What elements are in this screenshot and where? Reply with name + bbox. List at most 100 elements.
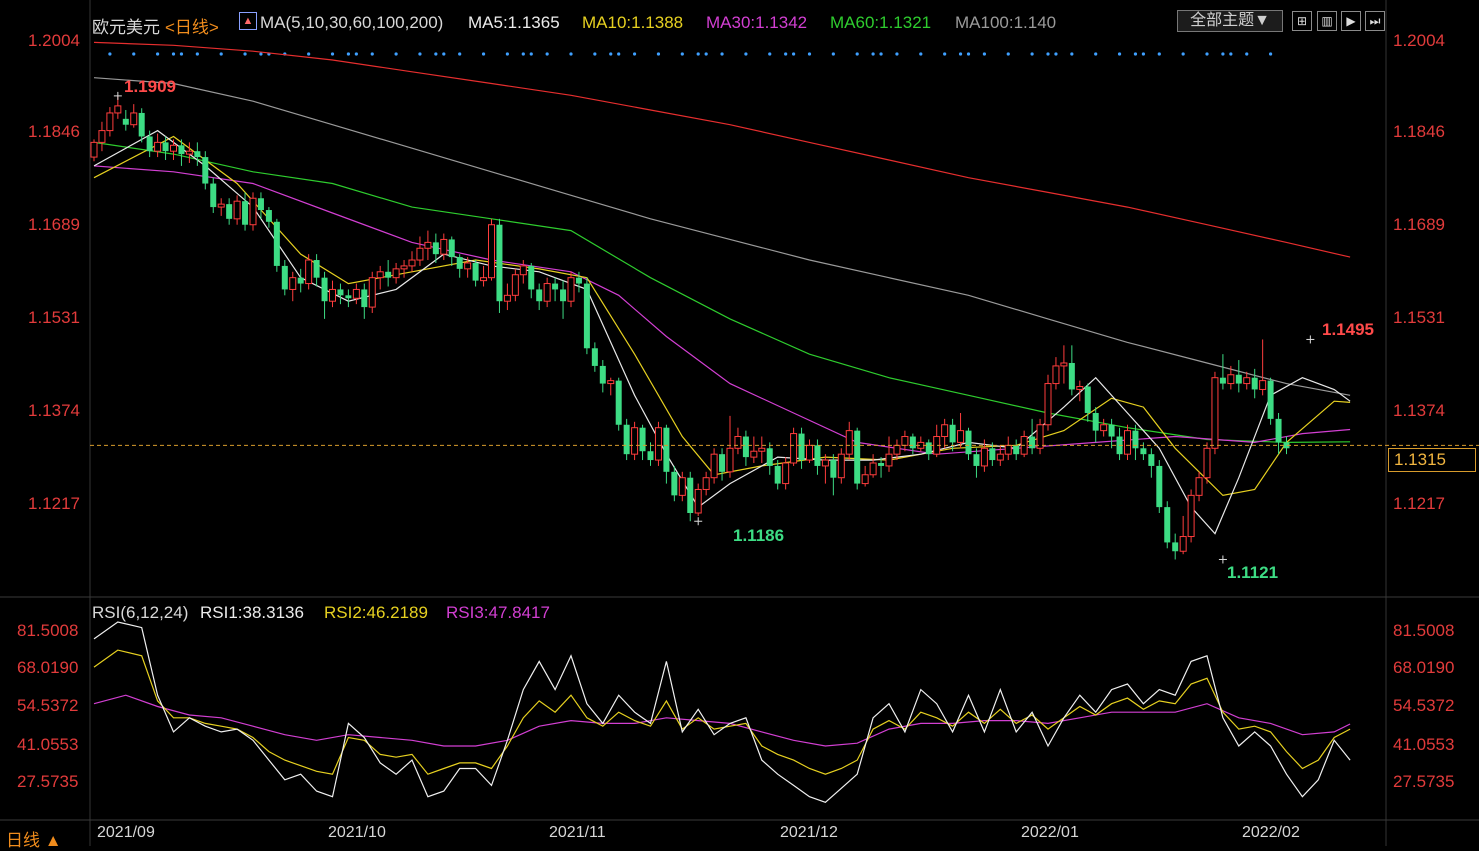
period-selector[interactable]: 日线 ▲ <box>6 826 62 851</box>
candle-body-down <box>265 210 272 222</box>
rsi-tick-right-4: 41.0553 <box>1393 735 1455 754</box>
annotation-high-feb: 1.1495 <box>1322 320 1374 339</box>
candle-body-down <box>385 271 392 278</box>
candle-body-up <box>1187 494 1195 538</box>
price-tick-right-4: 1.1531 <box>1393 308 1445 327</box>
signal-dot <box>696 52 700 56</box>
signal-dot <box>1006 52 1010 56</box>
signal-dot <box>1133 52 1138 56</box>
candle-body-down <box>361 289 368 308</box>
candle-body-down <box>909 436 916 449</box>
candle-body-up <box>1004 444 1012 455</box>
signal-dot <box>346 52 350 56</box>
signal-dot <box>1030 52 1034 56</box>
candle-body-down <box>194 151 201 158</box>
chart-split-icon[interactable]: ▥ <box>1317 11 1337 31</box>
candle-body-up <box>678 477 686 496</box>
rsi-tick-right-2: 68.0190 <box>1393 658 1455 677</box>
signal-dot <box>1157 52 1161 56</box>
signal-dot <box>855 52 859 56</box>
signal-dot <box>617 52 621 56</box>
ma60-value: MA60:1.1321 <box>830 13 932 32</box>
x-tick-sep: 2021/09 <box>97 824 155 841</box>
chart-canvas[interactable] <box>0 0 1479 846</box>
candle-body-up <box>400 265 408 270</box>
signal-dot <box>179 52 184 56</box>
candle-body-down <box>639 427 646 452</box>
candle-body-down <box>1156 465 1163 508</box>
signal-dot <box>1221 52 1225 56</box>
candle-body-down <box>528 265 535 290</box>
candle-body-up <box>233 200 241 220</box>
rsi-tick-right-3: 54.5372 <box>1393 696 1455 715</box>
signal-dot <box>1181 52 1185 56</box>
candle-body-up <box>368 277 376 308</box>
signal-dot <box>895 52 899 56</box>
signal-dot <box>680 52 684 56</box>
ma-line-ma60 <box>93 141 1351 444</box>
theme-dropdown[interactable]: 全部主题▼ <box>1177 10 1283 32</box>
candle-body-down <box>1084 386 1091 413</box>
candle-body-up <box>519 265 527 276</box>
candle-body-up <box>885 453 893 467</box>
candle-body-up <box>480 277 488 282</box>
signal-dot <box>1117 52 1122 56</box>
ma-line-ma10 <box>93 135 1351 497</box>
candle-body-up <box>806 444 813 461</box>
candle-body-up <box>941 424 949 438</box>
candle-body-down <box>766 448 773 466</box>
candle-body-down <box>1172 542 1179 552</box>
candle-body-down <box>210 183 217 208</box>
signal-dot <box>609 52 613 56</box>
skip-end-icon[interactable]: ⏭ <box>1365 11 1385 31</box>
signal-dot <box>418 52 422 56</box>
candle-body-up <box>440 238 448 255</box>
candle-body-down <box>472 262 479 281</box>
candle-body-down <box>814 445 821 466</box>
candle-body-down <box>162 142 169 152</box>
signal-dot <box>633 52 637 56</box>
rsi-tick-left-2: 68.0190 <box>17 658 79 677</box>
indicator-icon[interactable]: ▲ <box>239 12 257 30</box>
candle-body-down <box>1235 374 1242 384</box>
layout-grid-icon[interactable]: ⊞ <box>1292 11 1312 31</box>
signal-dot <box>394 52 398 56</box>
signal-dot <box>529 52 533 56</box>
candle-body-down <box>1068 362 1075 390</box>
rsi-title[interactable]: RSI(6,12,24) <box>92 603 188 623</box>
candle-body-up <box>154 141 162 152</box>
signal-dot <box>656 52 661 56</box>
candle-body-down <box>337 289 344 296</box>
candle-body-up <box>1100 424 1108 432</box>
signal-dot <box>434 52 438 56</box>
candle-body-up <box>416 247 424 261</box>
signal-dot <box>807 52 812 56</box>
signal-dot <box>593 52 597 56</box>
candle-body-down <box>242 201 249 225</box>
candle-body-down <box>925 442 932 455</box>
candle-body-up <box>631 427 639 455</box>
play-icon[interactable]: ▶ <box>1341 11 1361 31</box>
signal-dot <box>521 52 525 56</box>
candle-body-down <box>719 454 726 472</box>
x-tick-dec: 2021/12 <box>780 824 838 841</box>
candle-body-up <box>702 477 710 490</box>
candle-body-up <box>1036 424 1044 449</box>
candle-body-up <box>694 488 702 514</box>
candle-body-up <box>1044 383 1052 426</box>
candle-body-up <box>869 462 877 476</box>
rsi-tick-right-1: 81.5008 <box>1393 621 1455 640</box>
candle-body-down <box>989 448 996 461</box>
signal-dot <box>1269 52 1273 56</box>
ma-line-ma100 <box>93 77 1351 396</box>
candle-body-up <box>1203 447 1211 479</box>
candle-body-up <box>1243 377 1251 385</box>
candle-body-down <box>1219 377 1226 384</box>
ma-indicator-label[interactable]: MA(5,10,30,60,100,200) <box>260 13 443 33</box>
period-label[interactable]: <日线> <box>165 13 219 38</box>
rsi-tick-left-1: 81.5008 <box>17 621 79 640</box>
candle-body-down <box>536 289 543 302</box>
candle-body-up <box>329 288 336 302</box>
candle-body-down <box>949 424 956 443</box>
candle-body-up <box>185 150 193 155</box>
